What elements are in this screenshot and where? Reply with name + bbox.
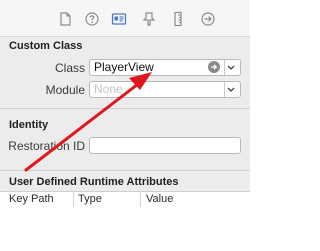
- runtime-attributes-title: User Defined Runtime Attributes: [9, 176, 179, 188]
- identity-section: Identity Restoration ID: [0, 109, 250, 171]
- class-field[interactable]: PlayerView: [89, 59, 241, 76]
- go-to-class-icon[interactable]: [208, 61, 220, 73]
- module-label: Module: [45, 83, 85, 97]
- identity-title: Identity: [9, 119, 49, 131]
- column-header-value[interactable]: Value: [146, 193, 173, 205]
- column-header-key-path[interactable]: Key Path: [9, 193, 54, 205]
- inspector-toolbar: [0, 0, 250, 37]
- module-dropdown-chevron-icon[interactable]: [224, 82, 237, 97]
- column-header-type[interactable]: Type: [78, 193, 102, 205]
- custom-class-title: Custom Class: [9, 40, 83, 52]
- runtime-attributes-table-body[interactable]: [0, 207, 250, 251]
- help-icon[interactable]: [84, 11, 100, 27]
- file-icon[interactable]: [57, 11, 73, 27]
- class-dropdown-chevron-icon[interactable]: [224, 60, 237, 75]
- class-label: Class: [54, 61, 85, 75]
- custom-class-section: Custom Class Class PlayerView Module Non…: [0, 37, 250, 109]
- runtime-attributes-table-header: Key Path Type Value: [0, 191, 250, 208]
- size-ruler-icon[interactable]: [170, 11, 186, 27]
- restoration-id-field[interactable]: [89, 137, 241, 154]
- module-placeholder: None: [94, 82, 123, 96]
- connections-arrow-icon[interactable]: [200, 11, 216, 27]
- restoration-id-label: Restoration ID: [8, 139, 85, 153]
- class-value: PlayerView: [94, 60, 154, 74]
- attributes-icon[interactable]: [141, 11, 157, 27]
- identity-icon[interactable]: [111, 11, 127, 27]
- runtime-attributes-section: User Defined Runtime Attributes: [0, 171, 250, 191]
- module-field[interactable]: None: [89, 81, 241, 98]
